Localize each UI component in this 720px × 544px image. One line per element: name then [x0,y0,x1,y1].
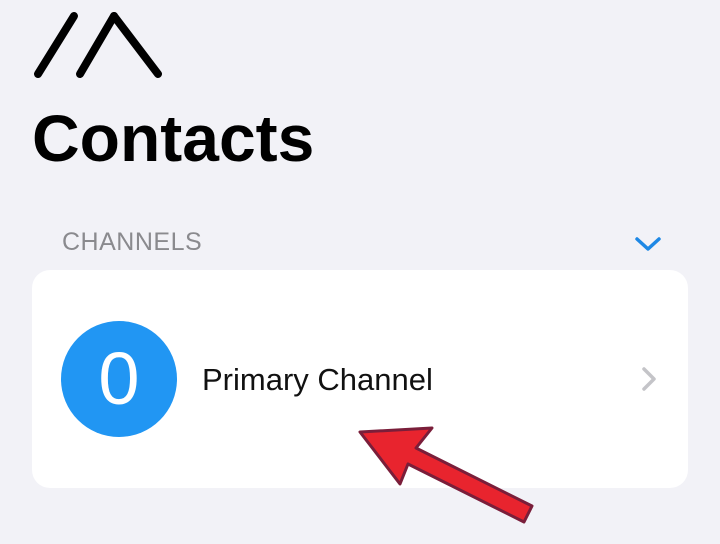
channel-avatar: 0 [61,321,177,437]
app-logo-icon [34,12,162,78]
channels-list: 0 Primary Channel [32,270,688,488]
chevron-down-icon[interactable] [632,232,664,254]
channel-name: Primary Channel [202,362,433,397]
section-header-channels: CHANNELS [62,228,203,256]
channel-row-primary[interactable]: 0 Primary Channel [32,270,688,488]
chevron-right-icon [642,367,656,391]
page-title: Contacts [32,101,315,175]
